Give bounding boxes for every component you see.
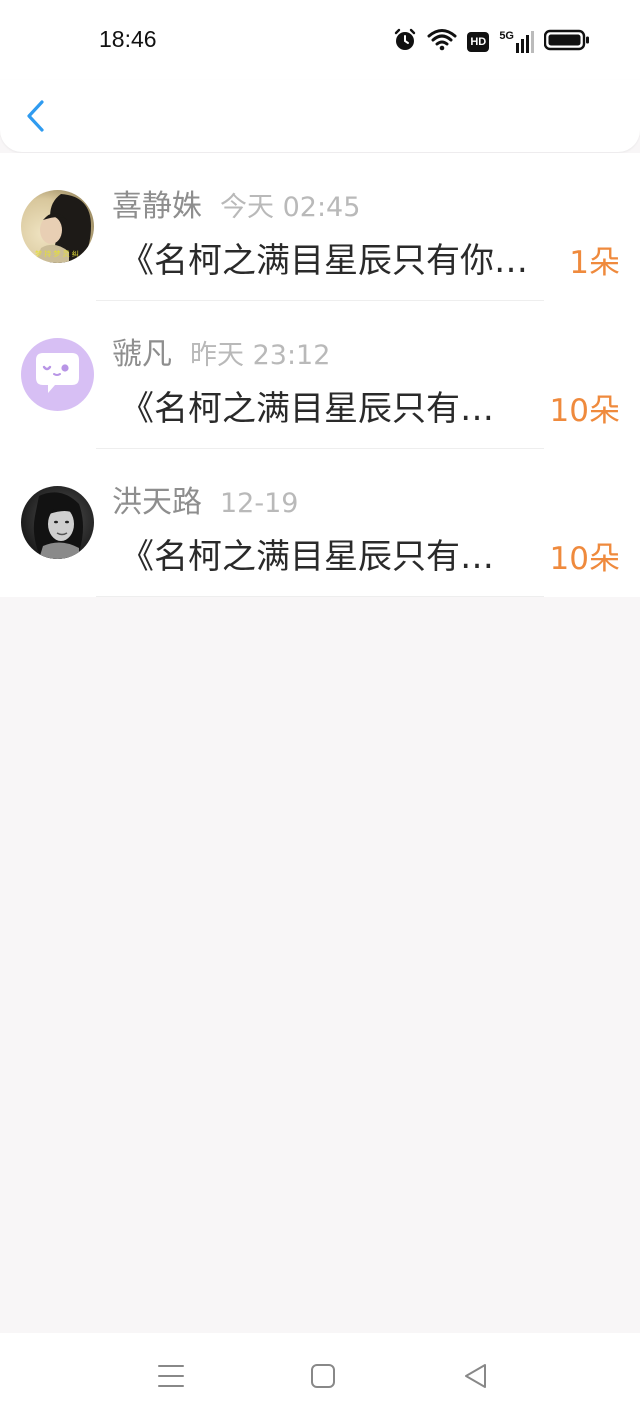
sender-name[interactable]: 喜静姝 — [112, 181, 202, 225]
list-item[interactable]: 洪天路 12-19 《名柯之满目星辰只有… 10朵 — [0, 449, 640, 597]
network-label: 5G — [499, 30, 514, 42]
avatar[interactable] — [21, 338, 94, 411]
name-line: 喜静姝 今天 02:45 — [112, 181, 360, 225]
status-bar: 18:46 HD 5G — [0, 0, 640, 80]
list-item[interactable]: 梦 持 梦 灵 纠 喜静姝 今天 02:45 《名柯之满目星辰只有你… 1朵 — [0, 153, 640, 301]
svg-text:梦 持 梦 灵 纠: 梦 持 梦 灵 纠 — [35, 249, 79, 258]
send-time: 12-19 — [220, 488, 299, 519]
status-time: 18:46 — [99, 26, 157, 52]
list-item[interactable]: 虢凡 昨天 23:12 《名柯之满目星辰只有… 10朵 — [0, 301, 640, 449]
name-line: 虢凡 昨天 23:12 — [112, 329, 330, 373]
status-icons: HD 5G — [393, 28, 590, 56]
send-time: 昨天 23:12 — [190, 340, 331, 371]
gift-amount: 10朵 — [549, 393, 620, 429]
gift-amount: 1朵 — [569, 245, 620, 281]
avatar-photo-icon — [21, 486, 94, 559]
sender-name[interactable]: 虢凡 — [112, 329, 172, 373]
back-triangle-icon — [463, 1363, 489, 1393]
recent-apps-button[interactable] — [151, 1361, 191, 1395]
book-title[interactable]: 《名柯之满目星辰只有你… — [120, 233, 560, 282]
hd-label: HD — [470, 36, 487, 48]
system-back-button[interactable] — [456, 1361, 496, 1395]
avatar[interactable] — [21, 486, 94, 559]
send-time: 今天 02:45 — [220, 192, 361, 223]
alarm-icon — [393, 28, 417, 56]
avatar-photo-icon: 梦 持 梦 灵 纠 — [21, 190, 94, 263]
chat-bubble-icon — [21, 338, 94, 411]
divider — [96, 596, 544, 597]
gift-amount: 10朵 — [549, 541, 620, 577]
book-title[interactable]: 《名柯之满目星辰只有… — [120, 381, 525, 430]
signal-5g-icon: 5G — [499, 31, 534, 53]
book-title[interactable]: 《名柯之满目星辰只有… — [120, 529, 525, 578]
gift-record-list: 梦 持 梦 灵 纠 喜静姝 今天 02:45 《名柯之满目星辰只有你… 1朵 虢… — [0, 153, 640, 597]
hd-icon: HD — [467, 32, 490, 52]
home-square-icon — [310, 1363, 336, 1393]
avatar[interactable]: 梦 持 梦 灵 纠 — [21, 190, 94, 263]
name-line: 洪天路 12-19 — [112, 477, 298, 521]
wifi-icon — [427, 28, 457, 56]
battery-icon — [543, 29, 590, 55]
top-app-bar — [0, 80, 640, 152]
back-button[interactable] — [18, 98, 54, 138]
chevron-left-icon — [25, 99, 47, 137]
system-nav-bar — [0, 1333, 640, 1423]
sender-name[interactable]: 洪天路 — [112, 477, 202, 521]
home-button[interactable] — [303, 1361, 343, 1395]
menu-icon — [157, 1363, 185, 1393]
